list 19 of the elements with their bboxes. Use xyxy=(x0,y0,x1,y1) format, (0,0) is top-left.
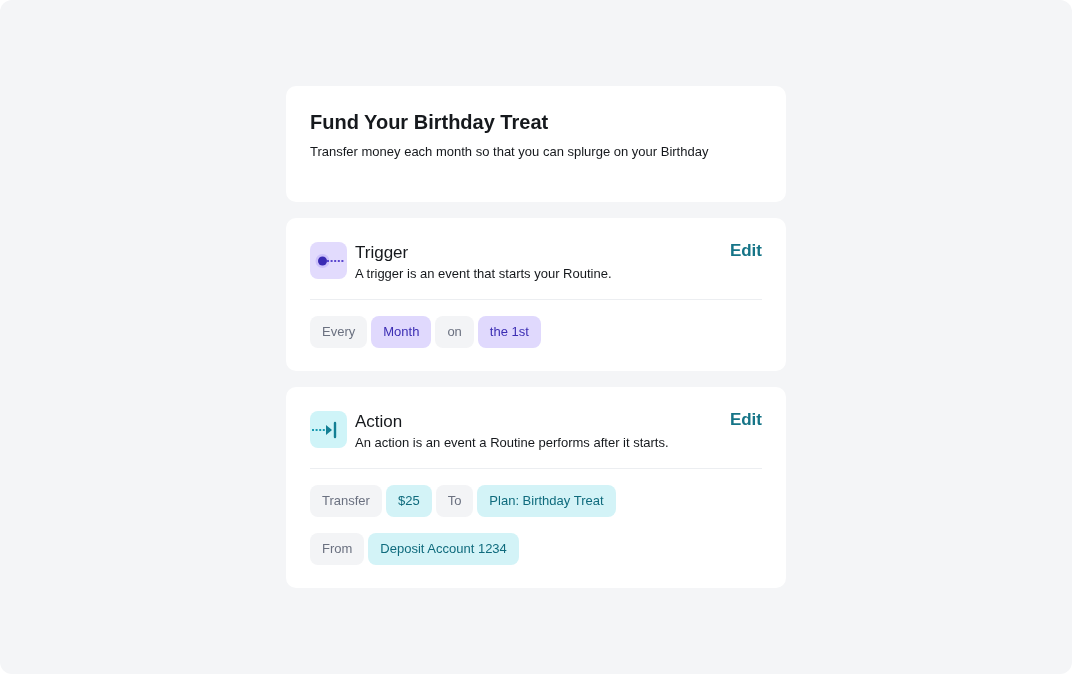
step-description: A trigger is an event that starts your Routine. xyxy=(355,265,613,283)
word-chip: Transfer xyxy=(310,485,382,517)
choice-chip[interactable]: Deposit Account 1234 xyxy=(368,533,519,565)
word-chip: Every xyxy=(310,316,368,348)
choice-chip[interactable]: Plan: Birthday Treat xyxy=(477,485,616,517)
word-chip: on xyxy=(435,316,474,348)
edit-link[interactable]: Edit xyxy=(729,409,762,431)
choice-chip[interactable]: $25 xyxy=(385,485,432,517)
step-description: An action is an event a Routine performs after it starts. xyxy=(355,434,670,452)
arrow-to-bar-icon xyxy=(310,411,347,448)
choice-chip[interactable]: Month xyxy=(371,316,432,348)
word-chip: To xyxy=(435,485,474,517)
routine-description: Transfer money each month so that you can splurge on your Birthday xyxy=(310,143,710,161)
routine-title: Fund Your Birthday Treat xyxy=(310,110,550,135)
word-chip: From xyxy=(310,533,365,565)
edit-link[interactable]: Edit xyxy=(729,240,762,262)
step-title: Trigger xyxy=(355,242,410,264)
choice-chip[interactable]: the 1st xyxy=(477,316,541,348)
step-title: Action xyxy=(355,411,404,433)
